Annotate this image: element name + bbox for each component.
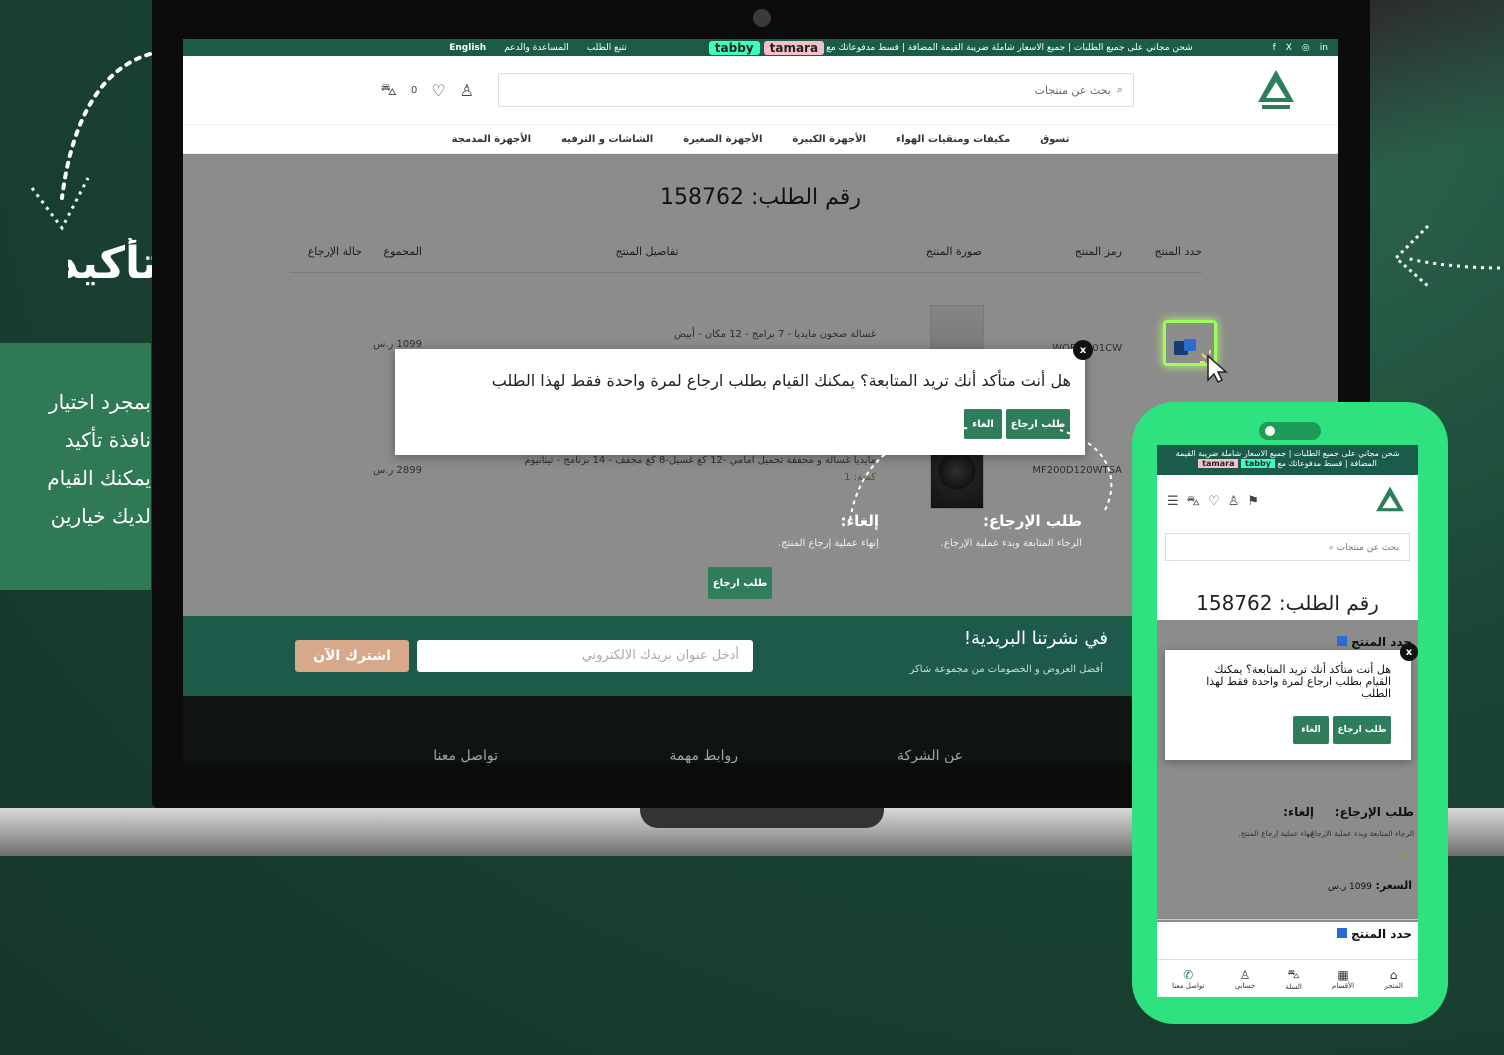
shaker-logo-icon[interactable]	[1254, 68, 1298, 112]
nav-store[interactable]: ⌂ المتجر	[1384, 968, 1403, 990]
nav-categories[interactable]: ▦ الأقسام	[1332, 968, 1354, 990]
cart-icon[interactable]: ⛍	[380, 80, 397, 101]
track-order-link[interactable]: تتبع الطلب	[587, 43, 627, 53]
phone-modal-question: هل أنت متأكد أنك تريد المتابعة؟ يمكنك ال…	[1206, 663, 1391, 700]
annotation-arrows	[849, 427, 1113, 521]
nav-account[interactable]: ♙ حسابي	[1235, 968, 1256, 990]
user-icon: ♙	[1239, 967, 1251, 982]
search-input[interactable]: ⌕ بحث عن منتجات	[498, 73, 1134, 107]
phone-confirm-modal: هل أنت متأكد أنك تريد المتابعة؟ يمكنك ال…	[1165, 650, 1411, 760]
phone-qty: كمية: 1	[1386, 849, 1412, 858]
social-links: in ◎ X f	[1273, 43, 1328, 53]
phone-search-input[interactable]: بحث عن منتجات ⌕	[1165, 533, 1410, 561]
phone-screen: شحن مجاني على جميع الطلبات | جميع الاسعا…	[1157, 445, 1418, 997]
annotation-cancel: إلغاء: إنهاء عملية إرجاع المنتج.	[778, 512, 879, 549]
phone-confirm-return-button[interactable]: طلب ارجاع	[1333, 716, 1391, 744]
nav-item-builtin[interactable]: الأجهزة المدمجة	[452, 134, 531, 145]
wishlist-count: 0	[410, 84, 418, 96]
search-placeholder: بحث عن منتجات	[1034, 83, 1111, 97]
help-link[interactable]: المساعدة والدعم	[504, 43, 569, 53]
nav-cart[interactable]: ⛍ السلة	[1285, 967, 1301, 991]
promo-title: تأكيد	[68, 238, 158, 289]
wishlist-icon[interactable]: ♡	[1208, 494, 1220, 511]
nav-item-small[interactable]: الأجهزة الصغيرة	[683, 134, 762, 145]
subscribe-button[interactable]: اشترك الآن	[295, 640, 409, 672]
phone-checkbox[interactable]	[1336, 636, 1347, 646]
linkedin-icon[interactable]: in	[1320, 43, 1328, 53]
modal-question: هل أنت متأكد أنك تريد المتابعة؟ يمكنك ال…	[491, 371, 1071, 390]
shaker-logo-icon[interactable]	[1372, 485, 1408, 519]
dotted-arrow-right-icon	[1393, 224, 1501, 288]
promo-line: نافذة تأكيد	[64, 428, 151, 452]
tamara-badge: tamara	[763, 40, 825, 55]
cart-icon: ⛍	[1287, 966, 1300, 981]
cursor-icon	[1200, 350, 1228, 384]
flag-icon[interactable]: ⚑	[1247, 494, 1259, 511]
phone-order-title: رقم الطلب: 158762	[1196, 591, 1379, 615]
promo-line: بمجرد اختيار	[48, 390, 151, 414]
instagram-icon[interactable]: ◎	[1302, 43, 1310, 53]
phone-checkbox[interactable]	[1336, 928, 1347, 938]
annotation-return: طلب الإرجاع: الرجاء المتابعة وبدء عملية …	[940, 512, 1082, 549]
cart-icon[interactable]: ⛍	[1187, 494, 1200, 511]
promo-box: بمجرد اختيار نافذة تأكيد يمكنك القيام لد…	[0, 343, 151, 590]
grid-icon: ▦	[1337, 967, 1349, 982]
newsletter-subtitle: أفضل العروض و الخصومات من مجموعة شاكر	[909, 664, 1104, 675]
nav-item-large[interactable]: الأجهزة الكبيرة	[792, 134, 866, 145]
nav-item-air[interactable]: مكيفات ومنقيات الهواء	[896, 134, 1010, 145]
phone-speaker	[1259, 422, 1321, 440]
email-field[interactable]: أدخل عنوان بريدك الالكتروني	[417, 640, 753, 672]
phone-annotation-return: طلب الإرجاع: الرجاء المتابعة وبدء عملية …	[1308, 805, 1414, 838]
main-nav: تسوق مكيفات ومنقيات الهواء الأجهزة الكبي…	[183, 124, 1338, 154]
phone-annotation-cancel: إلغاء: إنهاء عملية إرجاع المنتج.	[1238, 805, 1314, 838]
wishlist-icon[interactable]: ♡	[431, 81, 445, 100]
phone-header-icons: ⚑ ♙ ♡ ⛍ ☰	[1167, 494, 1259, 511]
shipping-note: شحن مجاني على جميع الطلبات | جميع الاسعا…	[826, 42, 1193, 53]
menu-icon[interactable]: ☰	[1167, 494, 1179, 511]
laptop-notch	[640, 808, 884, 828]
top-bar: in ◎ X f شحن مجاني على جميع الطلبات | جم…	[183, 39, 1338, 56]
nav-contact[interactable]: ✆ تواصل معنا	[1172, 968, 1204, 990]
nav-item-screens[interactable]: الشاشات و الترفيه	[561, 134, 653, 145]
newsletter-title: في نشرتنا البريدية!	[963, 628, 1108, 649]
promo-line: لديك خيارين	[50, 504, 151, 528]
close-icon[interactable]: x	[1073, 340, 1093, 360]
phone-bottom-nav: ⌂ المتجر ▦ الأقسام ⛍ السلة ♙ حسابي ✆ تواصل مع…	[1157, 959, 1418, 997]
phone-cancel-button[interactable]: الغاء	[1293, 716, 1329, 744]
promo-line: يمكنك القيام	[47, 466, 151, 490]
dotted-arrow-icon	[30, 52, 152, 231]
phone-close-icon[interactable]: x	[1400, 643, 1418, 661]
user-icon[interactable]: ♙	[460, 81, 474, 100]
laptop-camera	[753, 9, 771, 27]
store-icon: ⌂	[1389, 967, 1398, 982]
footer-links[interactable]: روابط مهمة	[669, 748, 738, 763]
phone-price: السعر: 1099 ر.س	[1327, 879, 1412, 892]
search-icon: ⌕	[1116, 83, 1123, 96]
return-request-button[interactable]: طلب ارجاع	[708, 567, 772, 599]
phone-top-bar: شحن مجاني على جميع الطلبات | جميع الاسعا…	[1157, 445, 1418, 475]
header-icons: ♙ ♡ 0 ⛍	[380, 80, 474, 101]
facebook-icon[interactable]: f	[1273, 43, 1276, 53]
phone-select-label-2: حدد المنتج	[1336, 927, 1412, 941]
x-icon[interactable]: X	[1286, 43, 1292, 53]
footer-contact[interactable]: تواصل معنا	[433, 748, 498, 763]
phone-header: ⚑ ♙ ♡ ⛍ ☰	[1157, 475, 1418, 529]
site-header: ⌕ بحث عن منتجات ♙ ♡ 0 ⛍	[183, 56, 1338, 124]
user-icon[interactable]: ♙	[1228, 494, 1240, 511]
whatsapp-icon: ✆	[1183, 967, 1194, 982]
language-link[interactable]: English	[449, 43, 486, 53]
tabby-badge: tabby	[708, 40, 760, 55]
checkbox-checked	[1184, 339, 1196, 351]
footer-about[interactable]: عن الشركة	[897, 748, 963, 763]
nav-item-shop[interactable]: تسوق	[1040, 134, 1069, 145]
